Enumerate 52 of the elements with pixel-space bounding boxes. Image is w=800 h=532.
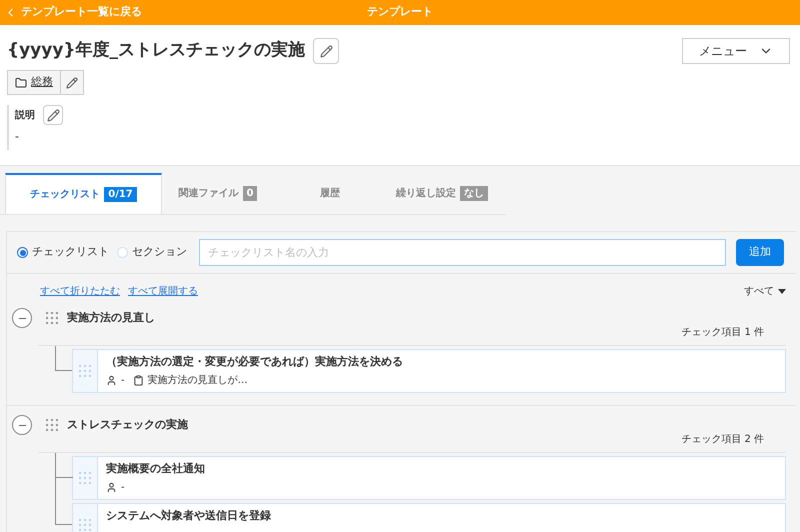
- expand-all-link[interactable]: すべて展開する: [128, 284, 198, 298]
- template-title: {yyyy}年度_ストレスチェックの実施: [7, 39, 306, 62]
- filter-dropdown[interactable]: すべて: [744, 284, 786, 298]
- check-item-count: チェック項目 1 件: [681, 326, 764, 340]
- drag-handle-icon[interactable]: [79, 519, 91, 531]
- section-title: ストレスチェックの実施: [67, 417, 188, 433]
- drag-handle-icon[interactable]: [46, 312, 58, 324]
- add-button[interactable]: 追加: [736, 239, 784, 266]
- drag-handle-icon[interactable]: [79, 472, 91, 484]
- pencil-icon: [66, 76, 78, 88]
- edit-button[interactable]: [313, 38, 340, 64]
- radio-button[interactable]: [17, 247, 28, 258]
- radio-label: チェックリスト: [32, 244, 109, 260]
- caret-down-icon: [778, 288, 786, 294]
- tab-badge: なし: [460, 186, 488, 201]
- drag-handle-icon[interactable]: [46, 419, 58, 431]
- checklist-item-card[interactable]: 実施概要の全社通知 -: [72, 456, 786, 500]
- tab-badge: 0/17: [104, 187, 137, 202]
- item-title: （実施方法の選定・変更が必要であれば）実施方法を決める: [106, 354, 403, 370]
- checklist-name-field[interactable]: チェックリスト名の入力: [199, 239, 726, 266]
- item-title: 実施概要の全社通知: [106, 461, 205, 477]
- tab[interactable]: チェックリスト 0/17: [5, 173, 162, 214]
- page-header-title: テンプレート: [367, 4, 433, 20]
- checklist-item-card[interactable]: （実施方法の選定・変更が必要であれば）実施方法を決める - 実施方法の見直しが…: [72, 349, 786, 393]
- checklist-item-card[interactable]: システムへ対象者や送信日を登録: [72, 503, 786, 532]
- edit-button[interactable]: [61, 70, 84, 95]
- assignee-text: -: [121, 374, 125, 388]
- menu-button[interactable]: メニュー: [682, 38, 790, 64]
- category-button[interactable]: 総務: [7, 70, 61, 95]
- tab-badge: 0: [242, 186, 258, 201]
- drag-handle-icon[interactable]: [79, 365, 91, 377]
- folder-icon: [15, 76, 27, 88]
- note-text: 実施方法の見直しが…: [148, 374, 248, 388]
- clipboard-icon: [132, 374, 144, 386]
- item-title: システムへ対象者や送信日を登録: [106, 508, 271, 524]
- tab[interactable]: 関連ファイル 0: [162, 173, 274, 214]
- description-label: 説明: [15, 108, 35, 122]
- pencil-icon: [46, 108, 60, 122]
- pencil-icon: [320, 44, 333, 58]
- collapse-button[interactable]: [12, 308, 32, 328]
- section-title: 実施方法の見直し: [67, 310, 155, 326]
- description-text: -: [15, 129, 20, 145]
- collapse-button[interactable]: [12, 415, 32, 435]
- collapse-all-link[interactable]: すべて折りたたむ: [40, 284, 120, 298]
- edit-button[interactable]: [43, 105, 63, 125]
- tab[interactable]: 履歴: [274, 173, 386, 214]
- person-icon: [106, 374, 117, 386]
- person-icon: [106, 482, 117, 492]
- assignee-text: -: [121, 480, 125, 494]
- radio-label: セクション: [132, 244, 187, 260]
- tab[interactable]: 繰り返し設定 なし: [386, 173, 498, 214]
- check-item-count: チェック項目 2 件: [681, 433, 764, 447]
